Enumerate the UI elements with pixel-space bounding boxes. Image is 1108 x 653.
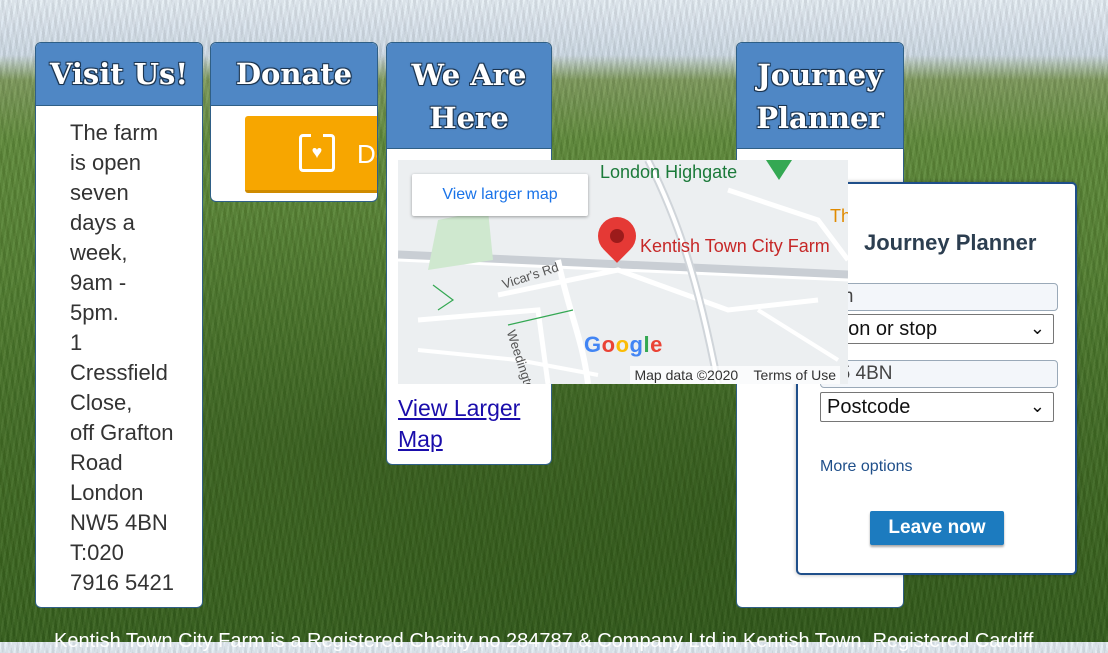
heading-line: Planner [756, 101, 884, 135]
embedded-map[interactable]: London Highgate Th Vicar's Rd Weedington… [398, 160, 848, 384]
heading-line: Here [429, 101, 509, 135]
we-are-here-card: We Are Here London Highgate Th Vicar's R… [386, 42, 848, 465]
widget-title: Journey Planner [864, 230, 1037, 255]
visit-line: off Grafton [70, 420, 174, 445]
map-partial-label: Th [830, 206, 848, 226]
more-options-link[interactable]: More options [820, 458, 913, 476]
leave-now-button[interactable]: Leave now [870, 511, 1004, 545]
view-larger-map-link[interactable]: View Larger Map [398, 393, 548, 455]
donate-button[interactable]: ♥ Do [245, 116, 377, 193]
google-logo: Google [584, 332, 663, 357]
view-larger-map-button[interactable]: View larger map [412, 174, 588, 216]
map-attribution: Map data ©2020 Terms of Use [630, 366, 840, 384]
visit-line: London [70, 480, 144, 505]
map-place-label: Kentish Town City Farm [640, 236, 830, 256]
from-input[interactable]: om [820, 283, 1058, 311]
visit-line: Close, [70, 390, 133, 415]
from-type-select[interactable]: ation or stop ⌄ [820, 314, 1054, 344]
chevron-down-icon: ⌄ [1029, 318, 1045, 338]
heading-line: Journey [757, 58, 883, 92]
visit-line: Road [70, 450, 123, 475]
donate-card: Donate ♥ Do [210, 42, 378, 202]
visit-us-card: Visit Us! The farm is open seven days a … [35, 42, 203, 608]
visit-line: 1 [70, 330, 83, 355]
map-marker-green-icon [766, 160, 792, 180]
visit-line: 5pm. [70, 300, 119, 325]
visit-line: days a [70, 210, 135, 235]
visit-us-details: The farm is open seven days a week, 9am … [36, 106, 202, 598]
visit-line: Cressfield [70, 360, 168, 385]
to-type-select[interactable]: Postcode ⌄ [820, 392, 1054, 422]
map-terms-link[interactable]: Terms of Use [754, 367, 836, 383]
visit-line: The farm [70, 120, 159, 145]
map-data-text: Map data ©2020 [634, 367, 739, 383]
donate-box-heart-icon: ♥ [299, 133, 335, 172]
donate-heading: Donate [211, 43, 377, 106]
visit-line: NW5 4BN [70, 510, 168, 535]
we-are-here-heading: We Are Here [387, 43, 551, 149]
visit-line: seven [70, 180, 129, 205]
to-input[interactable]: V5 4BN [820, 360, 1058, 388]
link-line: Map [398, 426, 443, 452]
visit-line: is open [70, 150, 141, 175]
visit-us-heading: Visit Us! [36, 43, 202, 106]
visit-line: week, [70, 240, 128, 265]
visit-line: 7916 5421 [70, 570, 174, 595]
heading-line: We Are [411, 58, 527, 92]
link-line: View Larger [398, 395, 521, 421]
to-type-value: Postcode [827, 396, 911, 418]
map-area-label: London Highgate [600, 162, 738, 182]
visit-line: 9am - [70, 270, 127, 295]
donate-button-label: Do [357, 139, 377, 169]
journey-planner-heading: Journey Planner [737, 43, 903, 149]
chevron-down-icon: ⌄ [1029, 396, 1045, 416]
visit-line: T:020 [70, 540, 124, 565]
